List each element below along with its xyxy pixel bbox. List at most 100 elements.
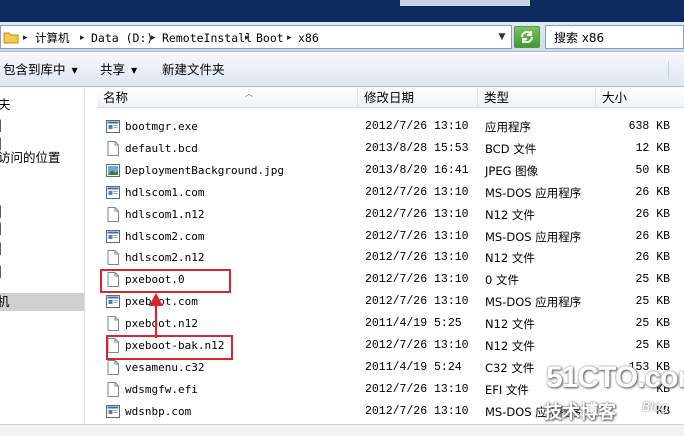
file-name: hdlscom2.n12	[125, 251, 205, 265]
navigation-pane: 夫 | | 访问的位置 | | | | 机	[0, 88, 85, 424]
file-date: 2013/8/20 16:41	[365, 163, 469, 177]
file-name: wdsnbp.com	[125, 404, 192, 418]
file-type: C32 文件	[485, 360, 535, 375]
breadcrumb-x86[interactable]: x86	[298, 30, 319, 46]
file-date: 2012/7/26 13:10	[365, 295, 469, 309]
include-in-library-button[interactable]: 包含到库中 ▼	[3, 62, 78, 79]
share-button[interactable]: 共享 ▼	[100, 62, 137, 79]
file-size: 25 KB	[635, 295, 670, 309]
file-name: bootmgr.exe	[125, 120, 198, 133]
nav-tick-mark: |	[0, 117, 2, 133]
file-size: 25 KB	[635, 317, 670, 331]
nav-item-fragment[interactable]: 夫	[0, 97, 11, 113]
file-type: BCD 文件	[485, 141, 537, 156]
app-icon	[105, 293, 121, 310]
file-name: hdlscom1.n12	[125, 207, 205, 221]
watermark-blog: Blog	[642, 400, 669, 414]
breadcrumb-arrow-icon[interactable]: ▸	[245, 30, 250, 46]
file-name: wdsmgfw.efi	[125, 382, 198, 396]
file-size: 25 KB	[635, 339, 670, 352]
table-row[interactable]: hdlscom2.n12 2012/7/26 13:10 N12 文件 26 KB	[97, 247, 684, 269]
breadcrumb-root-arrow[interactable]: ▸	[23, 30, 28, 46]
search-input[interactable]: 搜索 x86	[545, 25, 684, 49]
nav-item-computer-selected[interactable]: 机	[0, 293, 84, 311]
include-in-library-label: 包含到库中	[3, 62, 66, 77]
chevron-down-icon: ▼	[71, 66, 78, 75]
file-type: N12 文件	[485, 339, 535, 353]
file-icon	[105, 359, 121, 376]
column-header-type[interactable]: 类型	[478, 88, 596, 108]
breadcrumb-computer[interactable]: 计算机	[35, 30, 70, 46]
app-icon	[105, 228, 121, 245]
window-title-strip	[0, 0, 684, 22]
nav-item-computer-label: 机	[0, 294, 10, 310]
file-name: default.bcd	[125, 141, 198, 155]
chevron-down-icon[interactable]: ▼	[495, 30, 509, 44]
column-header-row: 名称 ︿ 修改日期 类型 大小	[97, 88, 684, 108]
table-row[interactable]: hdlscom1.com 2012/7/26 13:10 MS-DOS 应用程序 26…	[97, 182, 684, 204]
file-name: hdlscom1.com	[125, 185, 205, 199]
annotation-arrow-icon	[149, 293, 163, 338]
table-row[interactable]: pxeboot.com 2012/7/26 13:10 MS-DOS 应用程序 25 …	[97, 291, 684, 313]
nav-tick-mark: |	[0, 135, 2, 151]
table-row[interactable]: bootmgr.exe 2012/7/26 13:10 应用程序 638 KB	[97, 116, 684, 138]
file-icon	[105, 315, 121, 332]
file-date: 2012/7/26 13:10	[365, 229, 469, 243]
breadcrumb-remoteinstall[interactable]: RemoteInstall	[162, 30, 252, 46]
table-row[interactable]: DeploymentBackground.jpg 2013/8/20 16:41 J…	[97, 160, 684, 182]
file-date: 2011/4/19 5:25	[365, 317, 462, 331]
file-date: 2012/7/26 13:10	[365, 120, 469, 133]
file-size: 638 KB	[628, 120, 670, 133]
column-header-name-label: 名称	[103, 90, 129, 105]
table-row[interactable]: default.bcd 2013/8/28 15:53 BCD 文件 12 KB	[97, 138, 684, 160]
file-date: 2011/4/19 5:24	[365, 360, 462, 374]
table-row[interactable]: hdlscom1.n12 2012/7/26 13:10 N12 文件 26 KB	[97, 204, 684, 226]
file-size: 25 KB	[635, 273, 670, 287]
annotation-box-pxeboot-0	[100, 269, 231, 293]
chevron-down-icon: ▼	[131, 66, 138, 75]
nav-tick-mark: |	[0, 203, 2, 219]
file-date: 2012/7/26 13:10	[365, 251, 469, 265]
app-icon	[105, 184, 121, 201]
app-icon	[105, 118, 121, 135]
file-date: 2013/8/28 15:53	[365, 141, 469, 155]
nav-tick-mark: |	[0, 220, 2, 236]
file-name: hdlscom2.com	[125, 229, 205, 243]
file-size: 26 KB	[635, 185, 670, 199]
file-size: 12 KB	[635, 141, 670, 155]
breadcrumb-arrow-icon[interactable]: ▸	[287, 30, 292, 46]
nav-tick-mark: |	[0, 263, 2, 279]
file-type: MS-DOS 应用程序	[485, 229, 582, 244]
breadcrumb-data-drive[interactable]: Data (D:)	[91, 30, 153, 46]
file-type: N12 文件	[485, 251, 535, 266]
breadcrumb-boot[interactable]: Boot	[256, 30, 284, 46]
refresh-icon	[521, 31, 533, 43]
file-date: 2012/7/26 13:10	[365, 382, 469, 396]
address-row: ▸ 计算机 ▸ Data (D:) ▸ RemoteInstall ▸ Boot…	[0, 22, 684, 52]
details-pane-edge	[0, 424, 684, 436]
refresh-button[interactable]	[514, 26, 540, 48]
column-header-size[interactable]: 大小	[596, 88, 684, 108]
new-folder-button[interactable]: 新建文件夹	[162, 62, 225, 78]
column-header-date[interactable]: 修改日期	[358, 88, 478, 108]
file-date: 2012/7/26 13:10	[365, 207, 469, 221]
file-name: vesamenu.c32	[125, 360, 205, 374]
file-type: MS-DOS 应用程序	[485, 295, 582, 310]
address-bar[interactable]: ▸ 计算机 ▸ Data (D:) ▸ RemoteInstall ▸ Boot…	[0, 25, 512, 49]
file-date: 2012/7/26 13:10	[365, 404, 469, 418]
file-type: N12 文件	[485, 207, 535, 222]
file-icon	[105, 140, 121, 157]
file-type: 0 文件	[485, 273, 519, 288]
table-row[interactable]: pxeboot.n12 2011/4/19 5:25 N12 文件 25 KB	[97, 313, 684, 335]
file-date: 2012/7/26 13:10	[365, 339, 469, 352]
title-strip-highlight	[400, 0, 530, 6]
table-row[interactable]: hdlscom2.com 2012/7/26 13:10 MS-DOS 应用程序 26…	[97, 226, 684, 248]
file-date: 2012/7/26 13:10	[365, 185, 469, 199]
nav-item-recent-places[interactable]: 访问的位置	[0, 150, 61, 166]
toolbar-overflow[interactable]	[668, 61, 684, 79]
nav-tick-mark: |	[0, 240, 2, 256]
column-header-name[interactable]: 名称 ︿	[97, 88, 358, 108]
breadcrumb-arrow-icon[interactable]: ▸	[80, 30, 85, 46]
breadcrumb-arrow-icon[interactable]: ▸	[151, 30, 156, 46]
watermark-sub: 技术博客	[544, 402, 616, 423]
